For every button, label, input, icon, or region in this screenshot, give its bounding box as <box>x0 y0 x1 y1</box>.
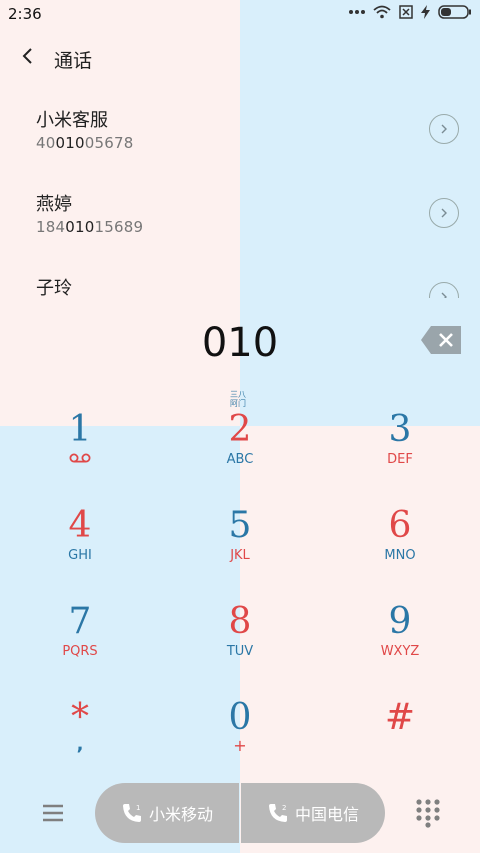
contact-number: 18401015689 <box>36 218 144 236</box>
battery-icon <box>438 5 471 19</box>
key-digit: * <box>71 697 89 738</box>
backspace-icon <box>421 326 461 354</box>
key-digit: 4 <box>68 505 92 546</box>
contact-detail-button[interactable] <box>429 198 459 228</box>
contact-name: 子玲 <box>36 278 72 298</box>
bottom-bar: 1 小米移动 2 中国电信 <box>0 780 480 846</box>
back-arrow-icon <box>22 48 32 64</box>
key-letters: MNO <box>384 548 416 563</box>
contact-name: 小米客服 <box>36 110 108 131</box>
key-7[interactable]: 7 PQRS <box>0 594 160 690</box>
key-digit: 1 <box>68 409 92 450</box>
status-icons <box>349 5 472 19</box>
key-8[interactable]: 8 TUV <box>160 594 320 690</box>
chevron-right-icon <box>441 292 447 298</box>
key-1[interactable]: 1 <box>0 402 160 498</box>
contact-number: 4001005678 <box>36 134 134 152</box>
key-digit: 0 <box>228 697 252 738</box>
key-digit: 9 <box>388 601 412 642</box>
key-5[interactable]: 5 JKL <box>160 498 320 594</box>
key-0[interactable]: 0 + <box>160 690 320 786</box>
chevron-right-icon <box>441 124 447 134</box>
chevron-right-icon <box>441 208 447 218</box>
key-letters: , <box>76 734 84 755</box>
status-time: 2:36 <box>8 5 42 23</box>
key-hash[interactable]: # <box>320 690 480 786</box>
dialed-number-display: 010 <box>201 320 279 366</box>
contact-results-list: 小米客服 4001005678 燕婷 18401015689 子玲 <box>0 100 480 298</box>
backspace-button[interactable] <box>421 326 461 354</box>
sim2-label: 中国电信 <box>294 805 359 824</box>
contact-row[interactable]: 燕婷 18401015689 <box>0 184 480 264</box>
phone-sim2-icon: 2 <box>268 804 287 822</box>
key-letters: PQRS <box>62 644 98 659</box>
dialpad-icon <box>416 799 440 828</box>
charging-bolt-icon <box>421 5 430 19</box>
key-digit: 3 <box>388 409 412 450</box>
header: 通话 <box>0 36 480 80</box>
key-6[interactable]: 6 MNO <box>320 498 480 594</box>
call-sim2-button[interactable]: 2 中国电信 <box>241 783 385 843</box>
phone-sim1-icon: 1 <box>122 804 141 822</box>
key-2[interactable]: 2 ABC <box>160 402 320 498</box>
voicemail-icon <box>0 452 160 467</box>
key-digit: 7 <box>68 601 92 642</box>
page-title: 通话 <box>54 50 93 72</box>
contact-name: 燕婷 <box>36 194 72 215</box>
wifi-icon <box>373 5 391 19</box>
sim1-label: 小米移动 <box>148 805 213 824</box>
key-letters: DEF <box>387 452 413 467</box>
key-letters: + <box>233 736 247 755</box>
back-button[interactable] <box>14 42 42 70</box>
contact-detail-button[interactable] <box>429 114 459 144</box>
key-3[interactable]: 3 DEF <box>320 402 480 498</box>
hamburger-menu-icon <box>43 804 63 822</box>
key-letters: JKL <box>230 548 250 563</box>
key-letters: ABC <box>226 452 254 467</box>
key-digit: # <box>384 697 416 738</box>
menu-button[interactable] <box>38 798 68 828</box>
contact-detail-button[interactable] <box>429 282 459 298</box>
no-sim-icon <box>399 5 413 19</box>
key-9[interactable]: 9 WXYZ <box>320 594 480 690</box>
dialpad-toggle-button[interactable] <box>415 798 441 828</box>
key-digit: 5 <box>228 505 252 546</box>
key-letters: TUV <box>226 644 254 659</box>
contact-row[interactable]: 子玲 <box>0 268 480 298</box>
key-digit: 2 <box>228 409 252 450</box>
contact-row[interactable]: 小米客服 4001005678 <box>0 100 480 180</box>
svg-text:1: 1 <box>136 804 140 812</box>
svg-text:2: 2 <box>282 804 286 812</box>
key-star[interactable]: * , <box>0 690 160 786</box>
call-sim1-button[interactable]: 1 小米移动 <box>95 783 239 843</box>
more-dots-icon <box>349 10 365 14</box>
key-letters: WXYZ <box>380 644 420 659</box>
key-digit: 8 <box>228 601 252 642</box>
status-bar: 2:36 <box>0 0 480 28</box>
key-letters: GHI <box>68 548 92 563</box>
key-4[interactable]: 4 GHI <box>0 498 160 594</box>
key-digit: 6 <box>388 505 412 546</box>
